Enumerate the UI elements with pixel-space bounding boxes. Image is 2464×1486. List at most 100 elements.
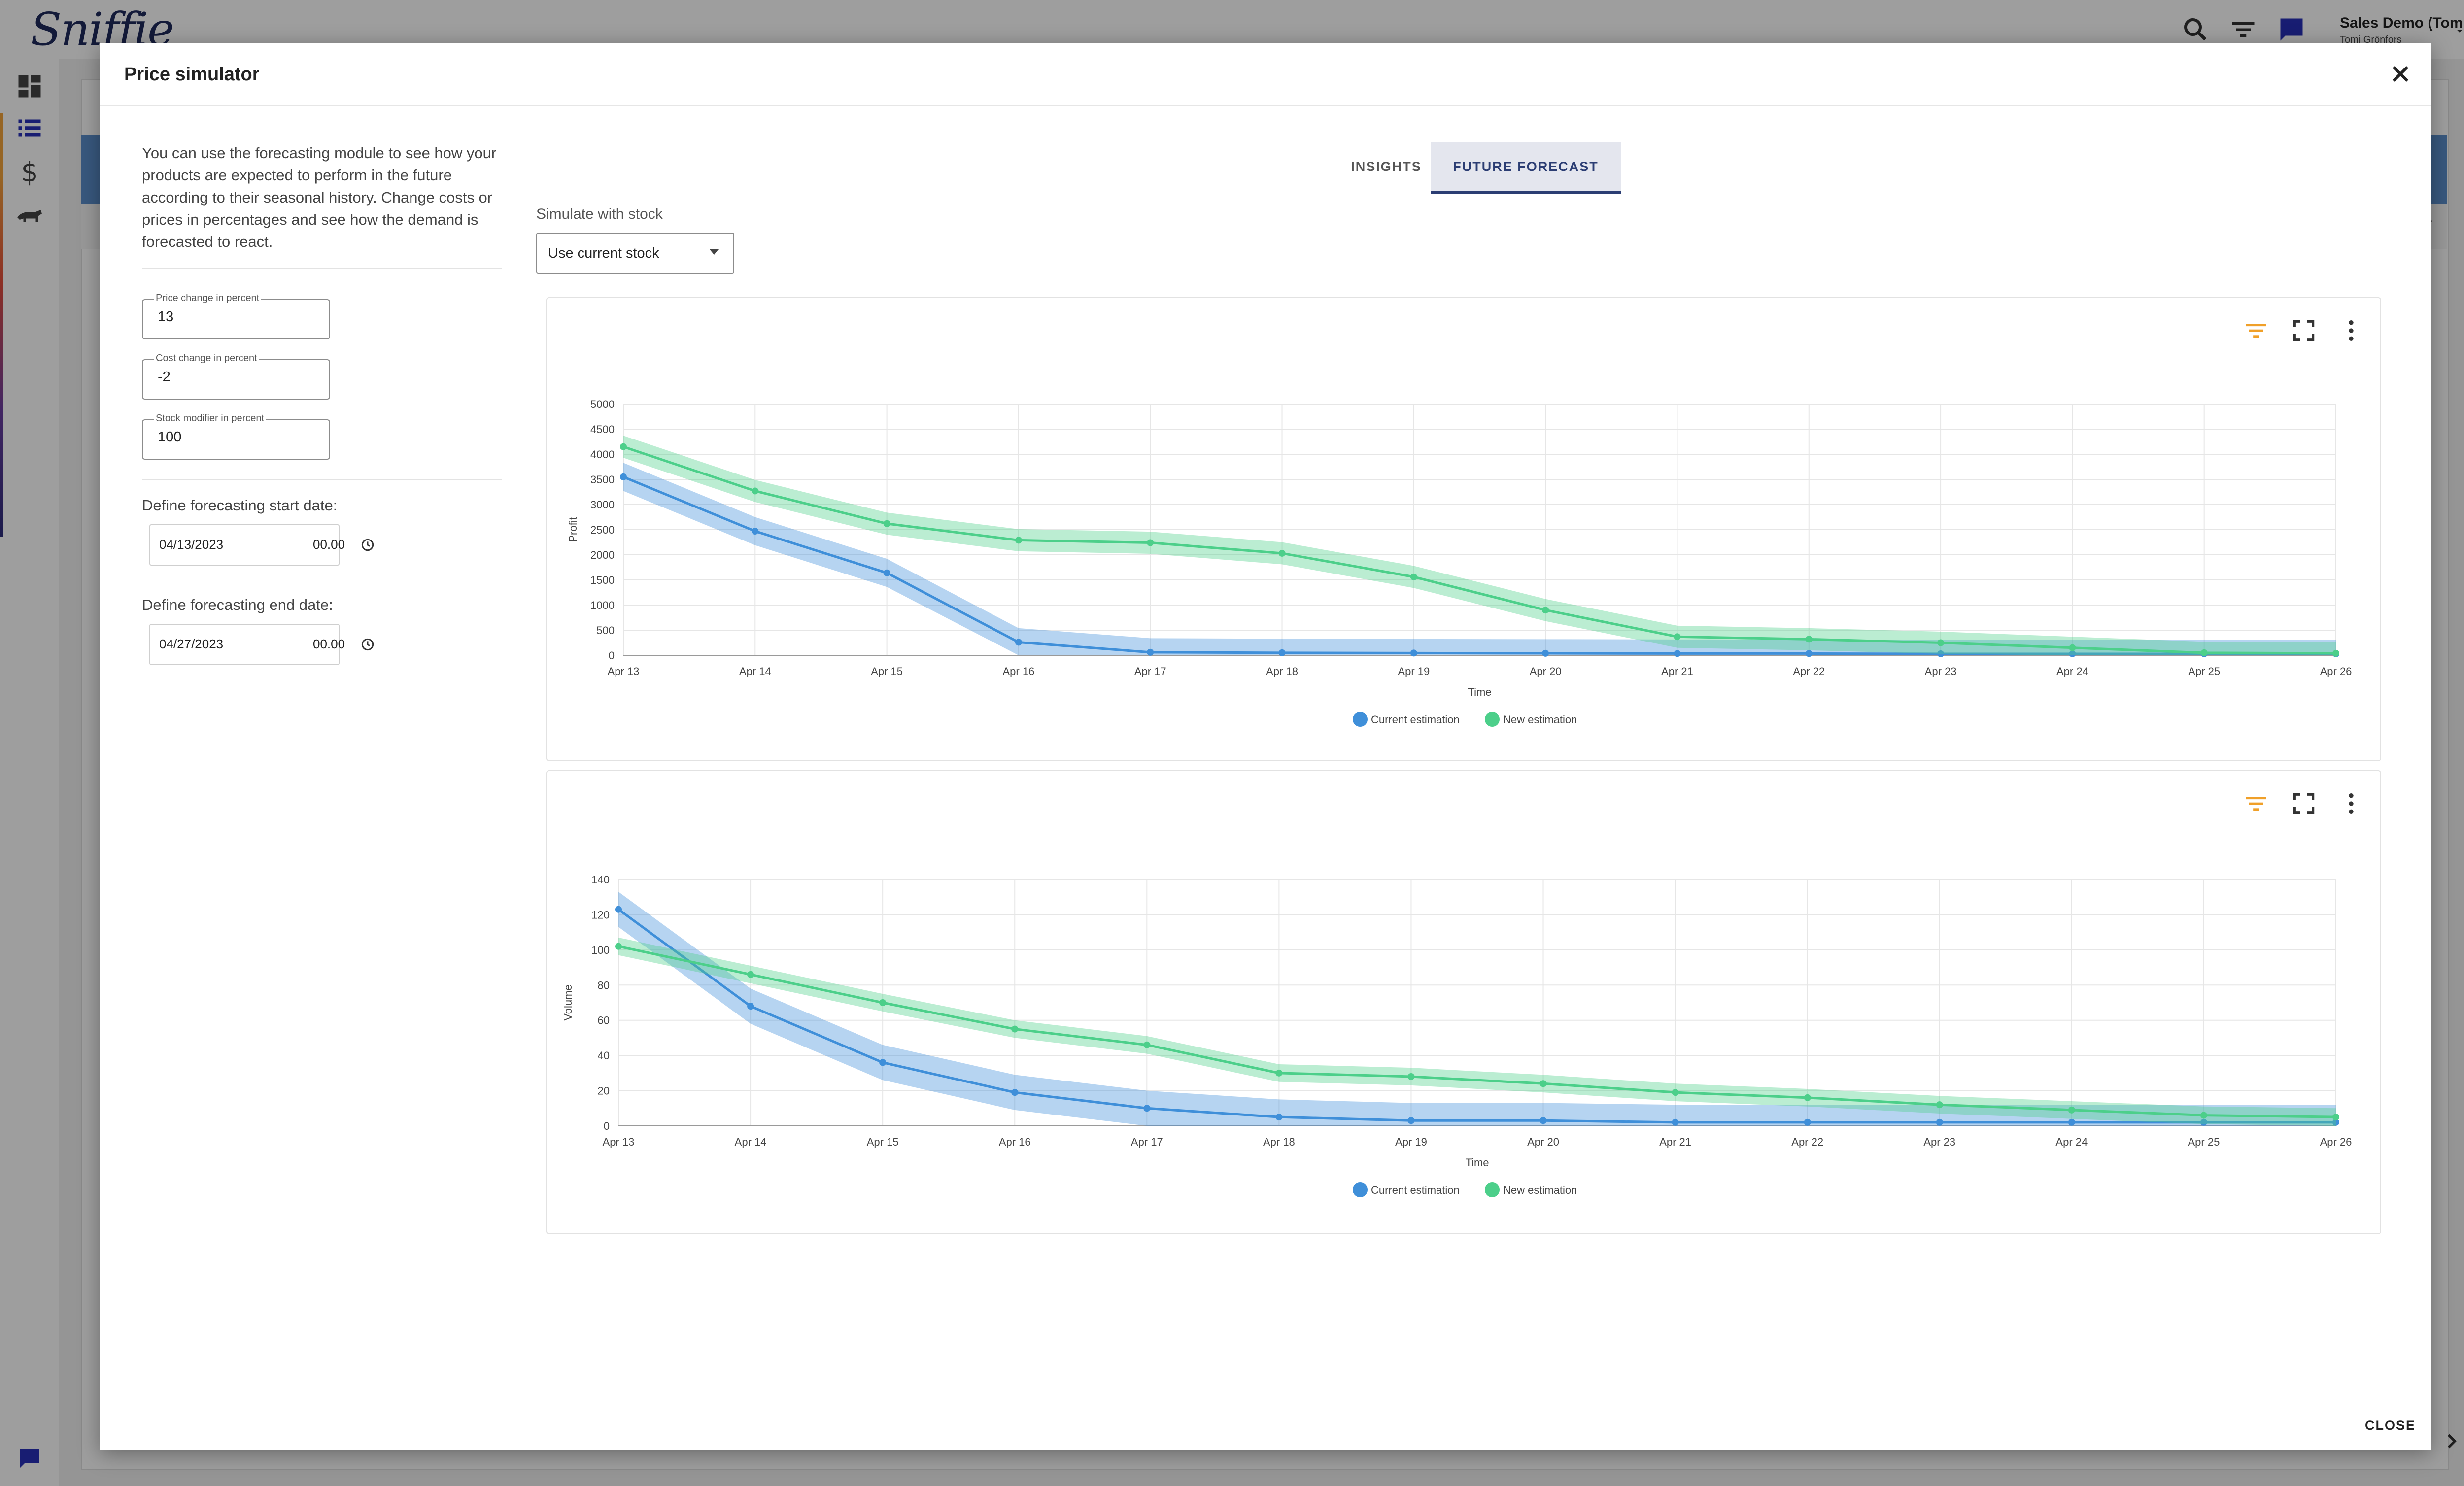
confidence-band: [623, 463, 2336, 655]
y-tick-label: 4500: [590, 423, 615, 436]
simulate-stock-select[interactable]: Use current stock: [536, 233, 734, 274]
y-tick-label: 0: [609, 649, 615, 662]
x-tick-label: Apr 13: [603, 1136, 635, 1148]
y-tick-label: 1000: [590, 599, 615, 611]
y-tick-label: 100: [591, 944, 610, 956]
end-date-label: Define forecasting end date:: [142, 596, 333, 613]
volume-chart-card: 140 120 100 80 60 40 20 0 Apr 13 Apr 14 Apr 15 Apr …: [546, 770, 2381, 1234]
data-point: [879, 1059, 887, 1066]
x-tick-label: Apr 14: [739, 665, 771, 677]
data-point: [1936, 1101, 1943, 1109]
data-point: [1278, 649, 1286, 656]
data-point: [620, 473, 627, 480]
legend-swatch: [1485, 712, 1500, 727]
y-tick-label: 3500: [590, 473, 615, 486]
start-time-value: 00.00: [313, 537, 345, 552]
data-point: [1407, 1073, 1415, 1080]
x-axis-title: Time: [1468, 686, 1491, 698]
y-tick-label: 4000: [590, 448, 615, 461]
price-change-field[interactable]: Price change in percent: [142, 293, 330, 339]
start-date-input[interactable]: 04/13/2023 00.00: [149, 524, 374, 566]
dialog-title: Price simulator: [124, 64, 260, 85]
profit-chart: 5000450040003500300025002000150010005000…: [567, 398, 2352, 727]
x-tick-label: Apr 24: [2056, 665, 2088, 677]
x-tick-label: Apr 14: [735, 1136, 767, 1148]
data-point: [1674, 650, 1681, 657]
data-point: [1937, 639, 1945, 646]
end-time-value: 00.00: [313, 637, 345, 651]
y-tick-label: 2500: [590, 524, 615, 536]
y-axis-title: Profit: [567, 517, 579, 542]
legend-swatch: [1485, 1182, 1500, 1197]
x-tick-label: Apr 13: [608, 665, 640, 677]
confidence-band: [623, 436, 2336, 655]
data-point: [1540, 1117, 1547, 1124]
data-point: [747, 1003, 754, 1010]
data-point: [1805, 636, 1813, 643]
data-point: [883, 569, 890, 576]
data-point: [615, 943, 622, 950]
data-point: [1542, 607, 1549, 614]
y-tick-label: 0: [604, 1120, 610, 1132]
data-point: [879, 999, 887, 1006]
tab-future-forecast[interactable]: FUTURE FORECAST: [1431, 142, 1621, 194]
clock-icon[interactable]: [360, 537, 376, 553]
stock-modifier-label: Stock modifier in percent: [154, 413, 267, 424]
x-tick-label: Apr 26: [2320, 1136, 2352, 1148]
x-tick-label: Apr 15: [867, 1136, 899, 1148]
cost-change-input[interactable]: [158, 369, 315, 385]
legend-label: New estimation: [1503, 713, 1577, 726]
intro-text: You can use the forecasting module to se…: [142, 144, 497, 250]
simulate-stock-value: Use current stock: [548, 245, 659, 261]
end-date-input[interactable]: 04/27/2023 00.00: [149, 624, 374, 665]
x-tick-label: Apr 25: [2188, 665, 2220, 677]
close-button[interactable]: CLOSE: [2362, 1413, 2416, 1438]
y-tick-label: 120: [591, 909, 610, 921]
start-date-value: 04/13/2023: [159, 537, 224, 552]
simulate-stock-label: Simulate with stock: [536, 206, 663, 222]
divider: [142, 479, 502, 480]
x-tick-label: Apr 19: [1398, 665, 1430, 677]
legend-label: Current estimation: [1371, 1184, 1460, 1196]
x-tick-label: Apr 21: [1661, 665, 1693, 677]
y-axis-title: Volume: [562, 984, 574, 1020]
x-tick-label: Apr 17: [1134, 665, 1166, 677]
legend-label: Current estimation: [1371, 713, 1460, 726]
price-simulator-dialog: Price simulator You can use the forecast…: [100, 43, 2431, 1450]
data-point: [1936, 1118, 1943, 1126]
x-tick-label: Apr 25: [2188, 1136, 2220, 1148]
data-point: [1804, 1118, 1811, 1126]
dropdown-caret-icon: [710, 249, 719, 255]
x-tick-label: Apr 19: [1395, 1136, 1427, 1148]
x-tick-label: Apr 24: [2055, 1136, 2088, 1148]
x-tick-label: Apr 26: [2320, 665, 2352, 677]
y-tick-label: 1500: [590, 574, 615, 586]
y-tick-label: 3000: [590, 499, 615, 511]
data-point: [1143, 1041, 1151, 1048]
close-icon[interactable]: [2387, 60, 2414, 88]
y-tick-label: 80: [598, 979, 610, 991]
data-point: [1542, 649, 1549, 657]
end-date-value: 04/27/2023: [159, 637, 224, 651]
x-axis-title: Time: [1465, 1156, 1489, 1169]
data-point: [1147, 648, 1154, 656]
data-point: [752, 528, 759, 535]
data-point: [620, 443, 627, 450]
clock-icon[interactable]: [360, 637, 376, 652]
stock-modifier-input[interactable]: [158, 429, 315, 445]
cost-change-field[interactable]: Cost change in percent: [142, 353, 330, 400]
x-tick-label: Apr 15: [871, 665, 903, 677]
data-point: [1275, 1069, 1283, 1077]
x-tick-label: Apr 22: [1793, 665, 1825, 677]
start-date-label: Define forecasting start date:: [142, 497, 338, 514]
data-point: [2200, 649, 2208, 656]
dialog-header: Price simulator: [100, 43, 2431, 106]
data-point: [2068, 1106, 2075, 1114]
y-tick-label: 2000: [590, 549, 615, 561]
data-point: [1540, 1080, 1547, 1087]
x-tick-label: Apr 21: [1659, 1136, 1691, 1148]
y-tick-label: 500: [596, 624, 615, 637]
y-tick-label: 140: [591, 874, 610, 886]
stock-modifier-field[interactable]: Stock modifier in percent: [142, 413, 330, 460]
price-change-input[interactable]: [158, 309, 315, 325]
